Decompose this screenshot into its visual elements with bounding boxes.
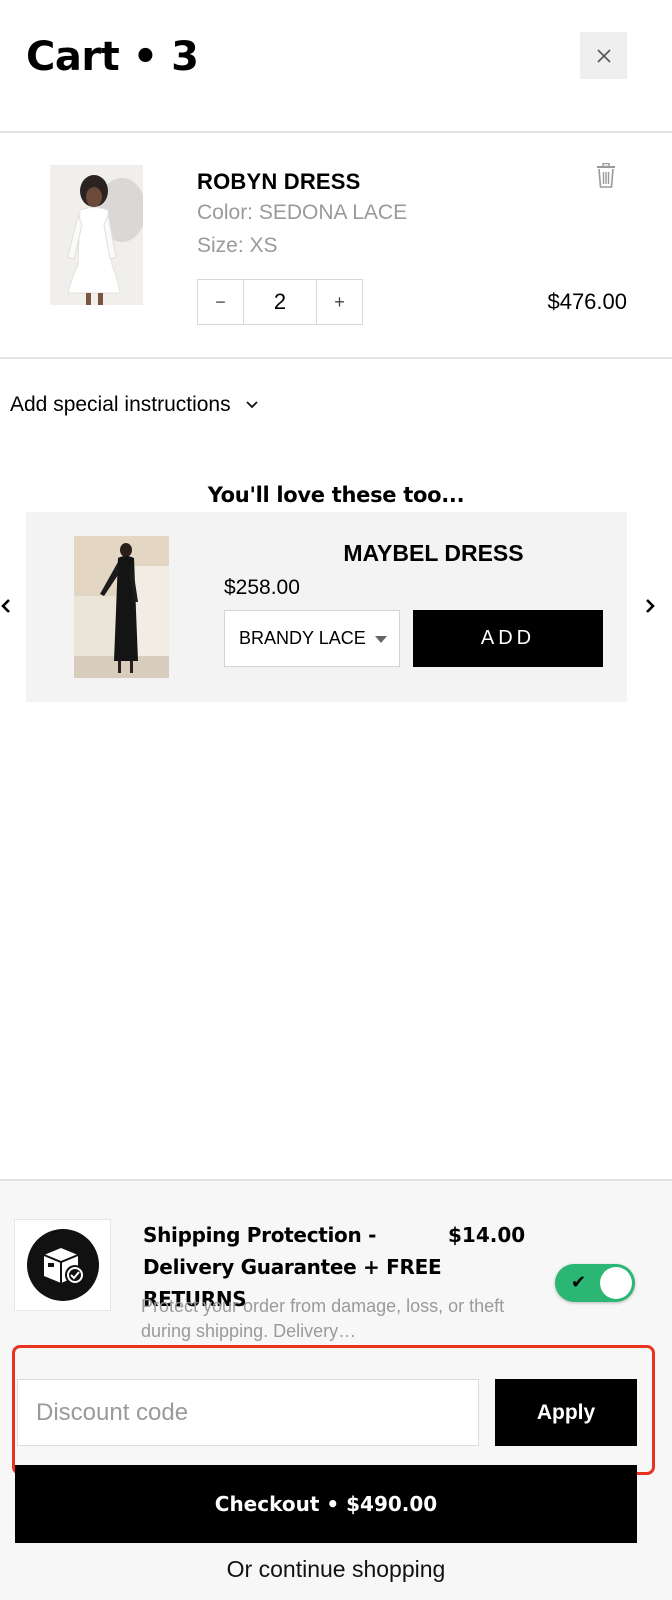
checkout-button[interactable]: Checkout • $490.00 — [15, 1465, 637, 1543]
carousel-prev-button[interactable] — [0, 597, 12, 620]
special-instructions-toggle[interactable]: Add special instructions — [10, 393, 259, 417]
variant-select-value: BRANDY LACE — [239, 628, 366, 648]
product-name[interactable]: ROBYN DRESS — [197, 169, 361, 195]
trash-icon — [597, 162, 615, 188]
increase-quantity-button[interactable]: + — [316, 280, 362, 324]
chevron-right-icon — [646, 599, 655, 613]
close-icon — [596, 48, 611, 63]
decrease-quantity-button[interactable]: − — [198, 280, 244, 324]
variant-select[interactable]: BRANDY LACE — [224, 610, 400, 667]
cart-line-item: ROBYN DRESS Color: SEDONA LACE Size: XS … — [0, 133, 672, 359]
close-button[interactable] — [580, 32, 627, 79]
line-item-price: $476.00 — [547, 289, 627, 314]
discount-code-placeholder: Discount code — [36, 1398, 189, 1426]
shipping-protection-description: Protect your order from damage, loss, or… — [141, 1296, 505, 1341]
carousel-next-button[interactable] — [644, 597, 656, 620]
add-upsell-button[interactable]: ADD — [413, 610, 603, 667]
shipping-protection-logo — [14, 1219, 111, 1311]
upsell-product-price: $258.00 — [224, 576, 300, 599]
apply-discount-button[interactable]: Apply — [495, 1379, 637, 1446]
continue-shopping-link[interactable]: Or continue shopping — [0, 1556, 672, 1583]
shipping-protection-toggle[interactable]: ✔ — [555, 1264, 635, 1302]
chevron-left-icon — [1, 599, 10, 613]
checkmark-icon: ✔ — [571, 1272, 587, 1292]
toggle-knob — [600, 1267, 632, 1299]
shipping-protection-price: $14.00 — [448, 1223, 526, 1247]
upsell-heading: You'll love these too... — [207, 483, 465, 507]
upsell-product-card: MAYBEL DRESS $258.00 BRANDY LACE ADD — [26, 512, 627, 702]
caret-down-icon — [375, 636, 387, 643]
product-image[interactable] — [50, 165, 143, 305]
chevron-down-icon — [245, 401, 258, 409]
cart-title: Cart • 3 — [26, 34, 199, 80]
upsell-product-name[interactable]: MAYBEL DRESS — [236, 540, 631, 567]
upsell-product-image[interactable] — [74, 536, 169, 678]
quantity-stepper: − 2 + — [197, 279, 363, 325]
package-shield-icon — [26, 1229, 99, 1301]
product-color: Color: SEDONA LACE — [197, 201, 408, 224]
remove-item-button[interactable] — [595, 162, 621, 193]
quantity-input[interactable]: 2 — [244, 280, 316, 324]
discount-code-input[interactable]: Discount code — [17, 1379, 479, 1446]
special-instructions-label: Add special instructions — [10, 393, 231, 416]
cart-header: Cart • 3 — [0, 0, 672, 133]
product-size: Size: XS — [197, 234, 278, 257]
cart-footer: Shipping Protection - Delivery Guarantee… — [0, 1179, 672, 1600]
